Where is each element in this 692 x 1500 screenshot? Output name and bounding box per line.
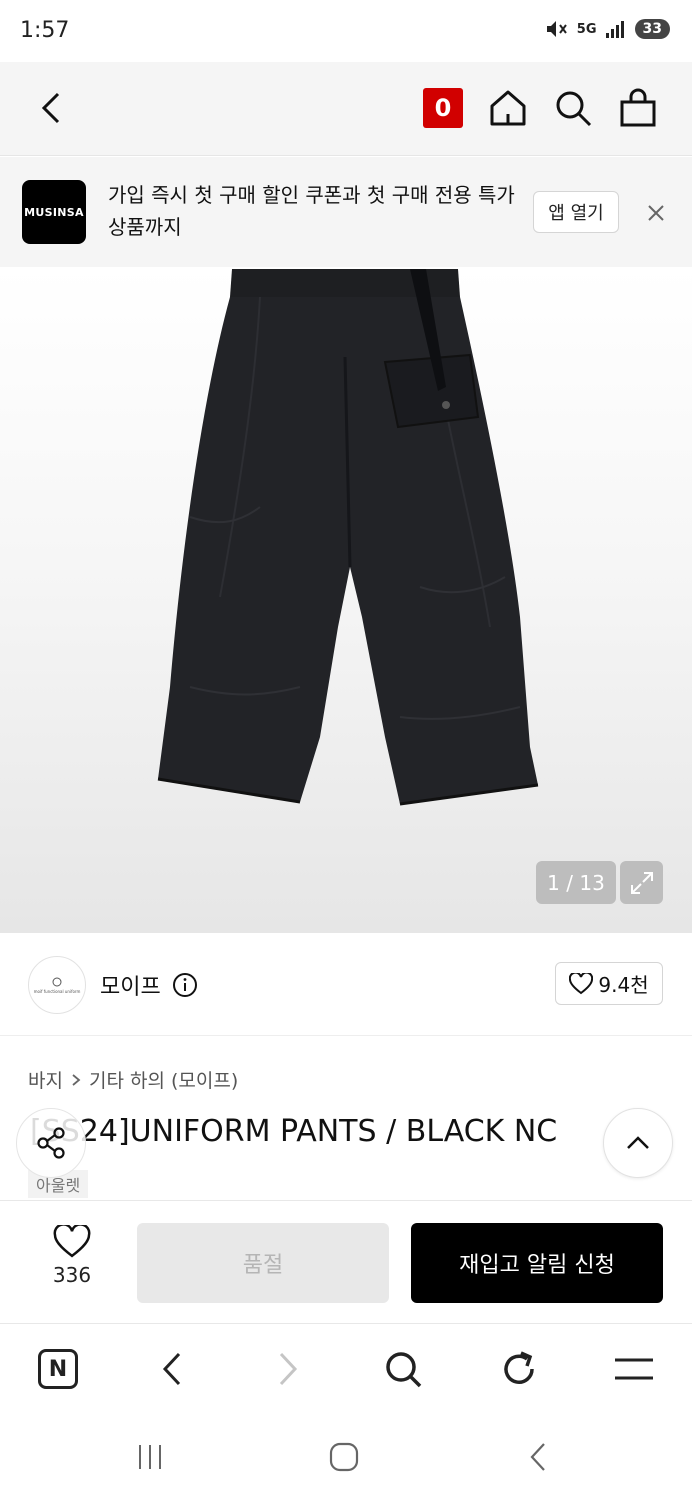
brand-like-count: 9.4천: [598, 973, 649, 997]
app-promo-banner: MUSINSA 가입 즉시 첫 구매 할인 쿠폰과 첫 구매 전용 특가 상품까…: [0, 157, 692, 267]
browser-refresh-button[interactable]: [497, 1347, 541, 1391]
restock-alert-button[interactable]: 재입고 알림 신청: [411, 1223, 663, 1303]
wishlist-button[interactable]: 336: [36, 1225, 108, 1287]
battery-indicator: 33: [634, 19, 670, 39]
menu-icon: [615, 1358, 653, 1380]
back-icon: [530, 1443, 545, 1471]
brand-avatar[interactable]: moif functional uniform: [28, 956, 86, 1014]
network-label: 5G: [576, 21, 597, 37]
brand-name[interactable]: 모이프: [100, 969, 161, 1001]
chevron-left-icon: [162, 1352, 181, 1386]
system-navigation: [0, 1413, 692, 1500]
close-icon[interactable]: [642, 199, 670, 227]
cart-count-badge[interactable]: 0: [423, 88, 463, 128]
scroll-top-button[interactable]: [603, 1108, 673, 1178]
chevron-right-icon: [72, 1073, 81, 1086]
share-icon: [37, 1127, 65, 1159]
share-button[interactable]: [16, 1108, 86, 1178]
recent-apps-icon: [139, 1445, 161, 1469]
browser-search-button[interactable]: [381, 1347, 425, 1391]
chevron-up-icon: [627, 1136, 649, 1149]
info-icon[interactable]: [172, 972, 198, 998]
status-icons: 5G 33: [545, 18, 670, 40]
expand-icon: [630, 871, 653, 894]
product-title: [SS24]UNIFORM PANTS / BLACK NC: [30, 1114, 558, 1149]
product-image: [157, 269, 539, 806]
browser-forward-button[interactable]: [266, 1347, 310, 1391]
brand-like-button[interactable]: 9.4천: [555, 962, 663, 1005]
musinsa-logo: MUSINSA: [22, 180, 86, 244]
mute-icon: [546, 21, 567, 37]
open-app-button[interactable]: 앱 열기: [533, 191, 619, 233]
breadcrumb: 바지 기타 하의 (모이프): [28, 1066, 238, 1093]
browser-menu-button[interactable]: [612, 1347, 656, 1391]
browser-back-button[interactable]: [150, 1347, 194, 1391]
back-icon[interactable]: [32, 88, 72, 128]
soldout-button: 품절: [137, 1223, 389, 1303]
brand-logo-icon: [52, 977, 62, 986]
bag-icon[interactable]: [618, 88, 658, 128]
home-circle-icon: [329, 1442, 359, 1472]
naver-home-button[interactable]: N: [36, 1347, 80, 1391]
browser-toolbar: N: [0, 1325, 692, 1413]
search-icon[interactable]: [553, 88, 593, 128]
image-counter: 1 / 13: [536, 861, 616, 904]
home-button[interactable]: [322, 1435, 366, 1479]
expand-image-button[interactable]: [620, 861, 663, 904]
heart-icon: [569, 972, 594, 994]
naver-n-icon: N: [38, 1349, 78, 1389]
status-time: 1:57: [20, 18, 70, 43]
promo-message: 가입 즉시 첫 구매 할인 쿠폰과 첫 구매 전용 특가 상품까지: [108, 183, 515, 239]
product-image-gallery[interactable]: 1 / 13: [0, 267, 692, 933]
purchase-bar: 336 품절 재입고 알림 신청: [0, 1200, 692, 1324]
recent-apps-button[interactable]: [128, 1435, 172, 1479]
brand-avatar-text: moif functional uniform: [33, 988, 81, 994]
refresh-icon: [504, 1351, 534, 1384]
status-bar: 1:57 5G 33: [0, 0, 692, 62]
brand-row: moif functional uniform 모이프 9.4천: [0, 934, 692, 1036]
chevron-right-icon: [279, 1352, 298, 1386]
system-back-button[interactable]: [516, 1435, 560, 1479]
search-icon: [386, 1352, 422, 1388]
breadcrumb-subcategory[interactable]: 기타 하의 (모이프): [89, 1066, 238, 1093]
home-icon[interactable]: [488, 88, 528, 128]
signal-icon: [605, 21, 624, 38]
wish-count: 336: [52, 1263, 92, 1287]
breadcrumb-category[interactable]: 바지: [28, 1066, 63, 1093]
heart-icon: [53, 1225, 91, 1258]
